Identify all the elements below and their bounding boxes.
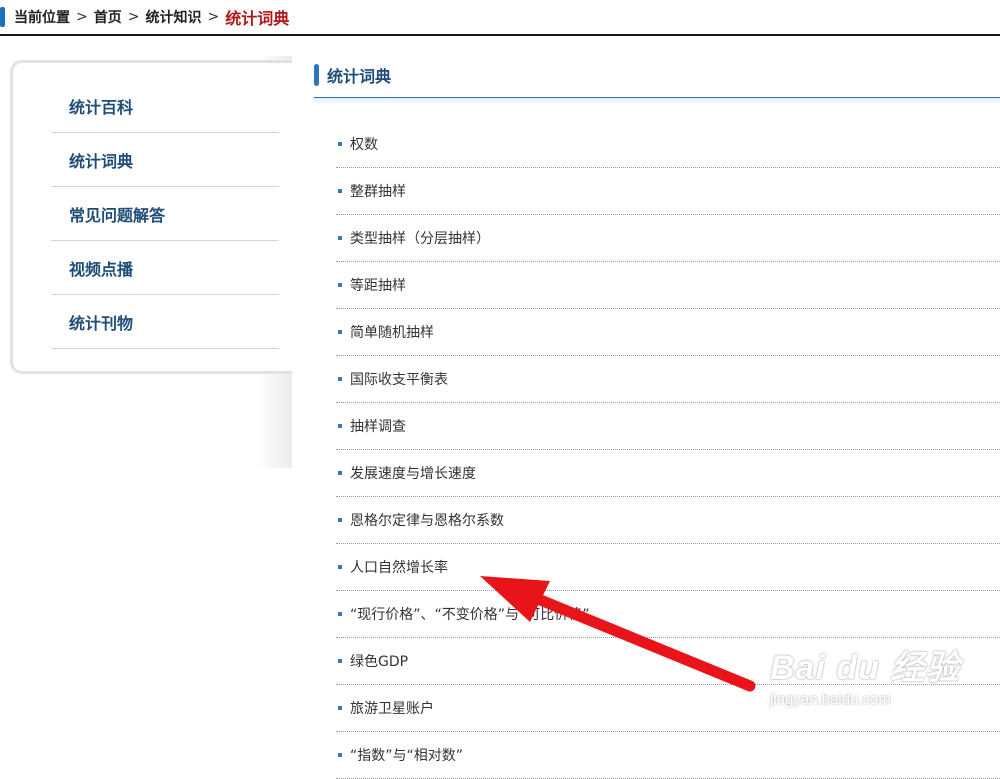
bullet-icon bbox=[338, 753, 342, 757]
sidebar-item-publications[interactable]: 统计刊物 bbox=[51, 295, 279, 349]
list-item[interactable]: “现行价格”、“不变价格”与“可比价格” bbox=[336, 591, 1000, 638]
list-item[interactable]: “指数”与“相对数” bbox=[336, 732, 1000, 779]
bullet-icon bbox=[338, 283, 342, 287]
term-label: 发展速度与增长速度 bbox=[350, 466, 476, 482]
list-item[interactable]: 简单随机抽样 bbox=[336, 309, 1000, 356]
list-item[interactable]: 人口自然增长率 bbox=[336, 544, 1000, 591]
term-label: 抽样调查 bbox=[350, 419, 406, 435]
bullet-icon bbox=[338, 142, 342, 146]
baidu-jingyan-logo: Bai du 经验 bbox=[770, 649, 961, 687]
sidebar-nav: 统计百科 统计词典 常见问题解答 视频点播 统计刊物 bbox=[10, 60, 292, 374]
term-label: 简单随机抽样 bbox=[350, 325, 434, 341]
bullet-icon bbox=[338, 518, 342, 522]
term-label: “现行价格”、“不变价格”与“可比价格” bbox=[350, 607, 590, 623]
list-item[interactable]: 等距抽样 bbox=[336, 262, 1000, 309]
list-item[interactable]: 国际收支平衡表 bbox=[336, 356, 1000, 403]
header-divider bbox=[314, 98, 1000, 104]
breadcrumb-separator: > bbox=[207, 9, 220, 25]
bullet-icon bbox=[338, 612, 342, 616]
breadcrumb-separator: > bbox=[127, 9, 140, 25]
term-label: 整群抽样 bbox=[350, 184, 406, 200]
page-title: 统计词典 bbox=[327, 66, 392, 86]
bullet-icon bbox=[338, 706, 342, 710]
list-item[interactable]: 发展速度与增长速度 bbox=[336, 450, 1000, 497]
list-item[interactable]: 抽样调查 bbox=[336, 403, 1000, 450]
breadcrumb: 当前位置 > 首页 > 统计知识 > 统计词典 bbox=[0, 0, 1000, 36]
breadcrumb-link-home[interactable]: 首页 bbox=[94, 7, 122, 27]
term-label: 人口自然增长率 bbox=[350, 560, 448, 576]
watermark-logo: Bai du 经验 jingyan.baidu.com bbox=[770, 640, 970, 730]
title-marker bbox=[314, 63, 319, 86]
bullet-icon bbox=[338, 565, 342, 569]
term-label: 等距抽样 bbox=[350, 278, 406, 294]
sidebar-item-faq[interactable]: 常见问题解答 bbox=[51, 187, 279, 241]
term-label: 国际收支平衡表 bbox=[350, 372, 448, 388]
bullet-icon bbox=[338, 377, 342, 381]
term-label: “指数”与“相对数” bbox=[350, 748, 464, 764]
breadcrumb-marker bbox=[0, 7, 5, 27]
sidebar-item-dictionary[interactable]: 统计词典 bbox=[51, 133, 279, 187]
section-header: 统计词典 bbox=[314, 52, 1000, 99]
list-item[interactable]: 权数 bbox=[336, 121, 1000, 168]
list-item[interactable]: 整群抽样 bbox=[336, 168, 1000, 215]
list-item[interactable]: 类型抽样（分层抽样） bbox=[336, 215, 1000, 262]
sidebar-item-encyclopedia[interactable]: 统计百科 bbox=[51, 79, 279, 133]
bullet-icon bbox=[338, 189, 342, 193]
watermark-url: jingyan.baidu.com bbox=[770, 691, 891, 708]
list-item[interactable]: 恩格尔定律与恩格尔系数 bbox=[336, 497, 1000, 544]
term-label: 恩格尔定律与恩格尔系数 bbox=[350, 513, 504, 529]
term-label: 绿色GDP bbox=[350, 654, 409, 670]
bullet-icon bbox=[338, 330, 342, 334]
breadcrumb-current: 统计词典 bbox=[225, 9, 290, 28]
bullet-icon bbox=[338, 236, 342, 240]
term-label: 旅游卫星账户 bbox=[350, 701, 434, 717]
bullet-icon bbox=[338, 659, 342, 663]
term-label: 权数 bbox=[350, 137, 378, 153]
term-label: 类型抽样（分层抽样） bbox=[350, 231, 490, 247]
breadcrumb-separator: > bbox=[76, 9, 88, 25]
breadcrumb-link-knowledge[interactable]: 统计知识 bbox=[145, 7, 201, 27]
bullet-icon bbox=[338, 471, 342, 475]
sidebar-item-video[interactable]: 视频点播 bbox=[51, 241, 279, 295]
bullet-icon bbox=[338, 424, 342, 428]
breadcrumb-label: 当前位置 bbox=[14, 10, 70, 26]
